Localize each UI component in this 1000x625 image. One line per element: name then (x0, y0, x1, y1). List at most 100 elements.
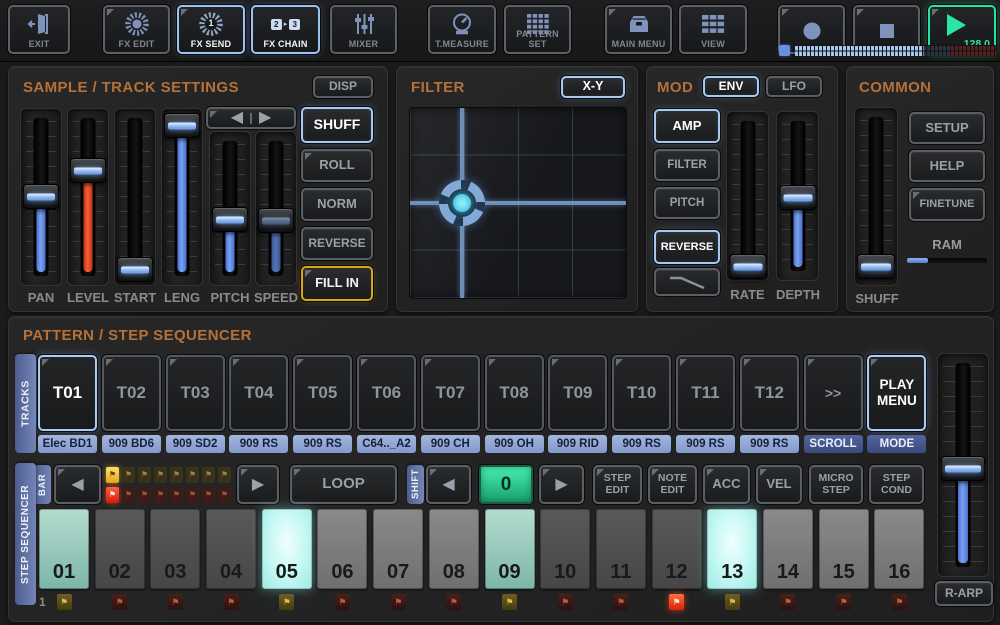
start-slider[interactable] (114, 108, 156, 286)
sample-chip-t03[interactable]: 909 SD2 (166, 435, 225, 453)
bar-mute-icon[interactable] (218, 487, 231, 503)
bar-page-icon[interactable] (202, 467, 215, 483)
step-pad-11[interactable]: 11 (596, 509, 646, 589)
step-edit-button[interactable]: STEP EDIT (593, 465, 642, 504)
env-button[interactable]: ENV (703, 76, 759, 97)
fx-chain-button[interactable]: 2 ▸ 3 FX CHAIN (251, 5, 320, 54)
bar-mute-icon[interactable] (186, 487, 199, 503)
help-button[interactable]: HELP (909, 150, 985, 182)
sample-chip-t05[interactable]: 909 RS (293, 435, 352, 453)
step-pad-16[interactable]: 16 (874, 509, 924, 589)
sample-chip-t01[interactable]: Elec BD1 (38, 435, 97, 453)
level-slider-handle[interactable] (70, 158, 106, 183)
track-button-t05[interactable]: T05 (293, 355, 352, 431)
sample-chip-t04[interactable]: 909 RS (229, 435, 288, 453)
step-pad-05[interactable]: 05 (262, 509, 312, 589)
shift-next-button[interactable] (539, 465, 584, 504)
sample-prev-next-button[interactable] (206, 107, 296, 129)
pitch-slider-handle[interactable] (212, 207, 248, 232)
step-pad-10[interactable]: 10 (540, 509, 590, 589)
sample-chip-t09[interactable]: 909 RID (548, 435, 607, 453)
bar-page-icon[interactable] (138, 467, 151, 483)
speed-slider[interactable] (255, 131, 297, 286)
pan-slider-handle[interactable] (23, 184, 59, 209)
speed-slider-handle[interactable] (258, 208, 294, 233)
bar-page-icon[interactable] (154, 467, 167, 483)
mod-depth-handle[interactable] (779, 185, 816, 210)
sample-chip-t06[interactable]: C64.._A2 (357, 435, 416, 453)
step-pad-15[interactable]: 15 (819, 509, 869, 589)
bar-prev-button[interactable] (54, 465, 101, 504)
track-button-t03[interactable]: T03 (166, 355, 225, 431)
fx-send-button[interactable]: 1 FX SEND (177, 5, 245, 54)
start-slider-handle[interactable] (117, 257, 153, 282)
roll-button[interactable]: ROLL (301, 149, 373, 182)
lfo-button[interactable]: LFO (766, 76, 822, 97)
pattern-set-button[interactable]: PATTERN SET (504, 5, 571, 54)
mod-reverse-button[interactable]: REVERSE (654, 230, 720, 264)
step-cond-button[interactable]: STEP COND (869, 465, 924, 504)
sample-chip-t11[interactable]: 909 RS (676, 435, 735, 453)
sample-chip-t07[interactable]: 909 CH (421, 435, 480, 453)
level-slider[interactable] (67, 108, 109, 286)
track-button-t08[interactable]: T08 (485, 355, 544, 431)
t-measure-button[interactable]: T.MEASURE (428, 5, 496, 54)
next-sample-arrow-icon[interactable] (259, 110, 271, 126)
common-shuffle-slider[interactable] (854, 107, 898, 286)
leng-slider[interactable] (161, 108, 203, 286)
track-button-t09[interactable]: T09 (548, 355, 607, 431)
mod-rate-handle[interactable] (729, 254, 766, 279)
bar-page-indicators[interactable] (106, 467, 231, 503)
sample-chip-t02[interactable]: 909 BD6 (102, 435, 161, 453)
reverse-button[interactable]: REVERSE (301, 227, 373, 260)
bar-mute-icon-active[interactable] (106, 487, 119, 503)
mod-rate-slider[interactable] (726, 111, 769, 281)
mod-env-shape-button[interactable] (654, 268, 720, 296)
bar-page-icon[interactable] (218, 467, 231, 483)
mod-amp-button[interactable]: AMP (654, 109, 720, 143)
micro-step-button[interactable]: MICRO STEP (809, 465, 863, 504)
finetune-button[interactable]: FINETUNE (909, 188, 985, 221)
disp-button[interactable]: DISP (313, 76, 373, 98)
step-pad-13[interactable]: 13 (707, 509, 757, 589)
xy-mode-button[interactable]: X-Y (561, 76, 625, 98)
bar-page-icon[interactable] (186, 467, 199, 483)
track-button-t07[interactable]: T07 (421, 355, 480, 431)
norm-button[interactable]: NORM (301, 188, 373, 221)
bar-mute-icon[interactable] (154, 487, 167, 503)
mixer-button[interactable]: MIXER (330, 5, 397, 54)
mod-filter-button[interactable]: FILTER (654, 149, 720, 181)
bar-page-icon[interactable] (122, 467, 135, 483)
track-button-t11[interactable]: T11 (676, 355, 735, 431)
bar-page-icon[interactable] (170, 467, 183, 483)
prev-sample-arrow-icon[interactable] (231, 110, 243, 126)
sequencer-right-slider-handle[interactable] (941, 456, 985, 481)
track-button-t12[interactable]: T12 (740, 355, 799, 431)
step-pad-07[interactable]: 07 (373, 509, 423, 589)
acc-button[interactable]: ACC (703, 465, 750, 504)
track-scroll-button[interactable]: >> (804, 355, 863, 431)
setup-button[interactable]: SETUP (909, 112, 985, 144)
step-pad-09[interactable]: 09 (485, 509, 535, 589)
view-button[interactable]: VIEW (679, 5, 747, 54)
bar-mute-icon[interactable] (202, 487, 215, 503)
leng-slider-handle[interactable] (164, 113, 200, 138)
exit-button[interactable]: EXIT (8, 5, 70, 54)
fx-edit-button[interactable]: FX EDIT (103, 5, 170, 54)
sample-chip-t10[interactable]: 909 RS (612, 435, 671, 453)
step-pad-03[interactable]: 03 (150, 509, 200, 589)
track-button-t01[interactable]: T01 (38, 355, 97, 431)
step-pad-04[interactable]: 04 (206, 509, 256, 589)
fill-in-button[interactable]: FILL IN (301, 266, 373, 301)
track-button-t02[interactable]: T02 (102, 355, 161, 431)
sample-chip-t08[interactable]: 909 OH (485, 435, 544, 453)
filter-xy-pad[interactable] (409, 107, 627, 299)
track-button-t06[interactable]: T06 (357, 355, 416, 431)
sequencer-right-slider[interactable] (937, 353, 989, 577)
bar-mute-icon[interactable] (122, 487, 135, 503)
sample-chip-t12[interactable]: 909 RS (740, 435, 799, 453)
common-shuffle-handle[interactable] (857, 254, 895, 279)
mod-pitch-button[interactable]: PITCH (654, 187, 720, 219)
step-pad-12[interactable]: 12 (652, 509, 702, 589)
mod-depth-slider[interactable] (776, 111, 819, 281)
